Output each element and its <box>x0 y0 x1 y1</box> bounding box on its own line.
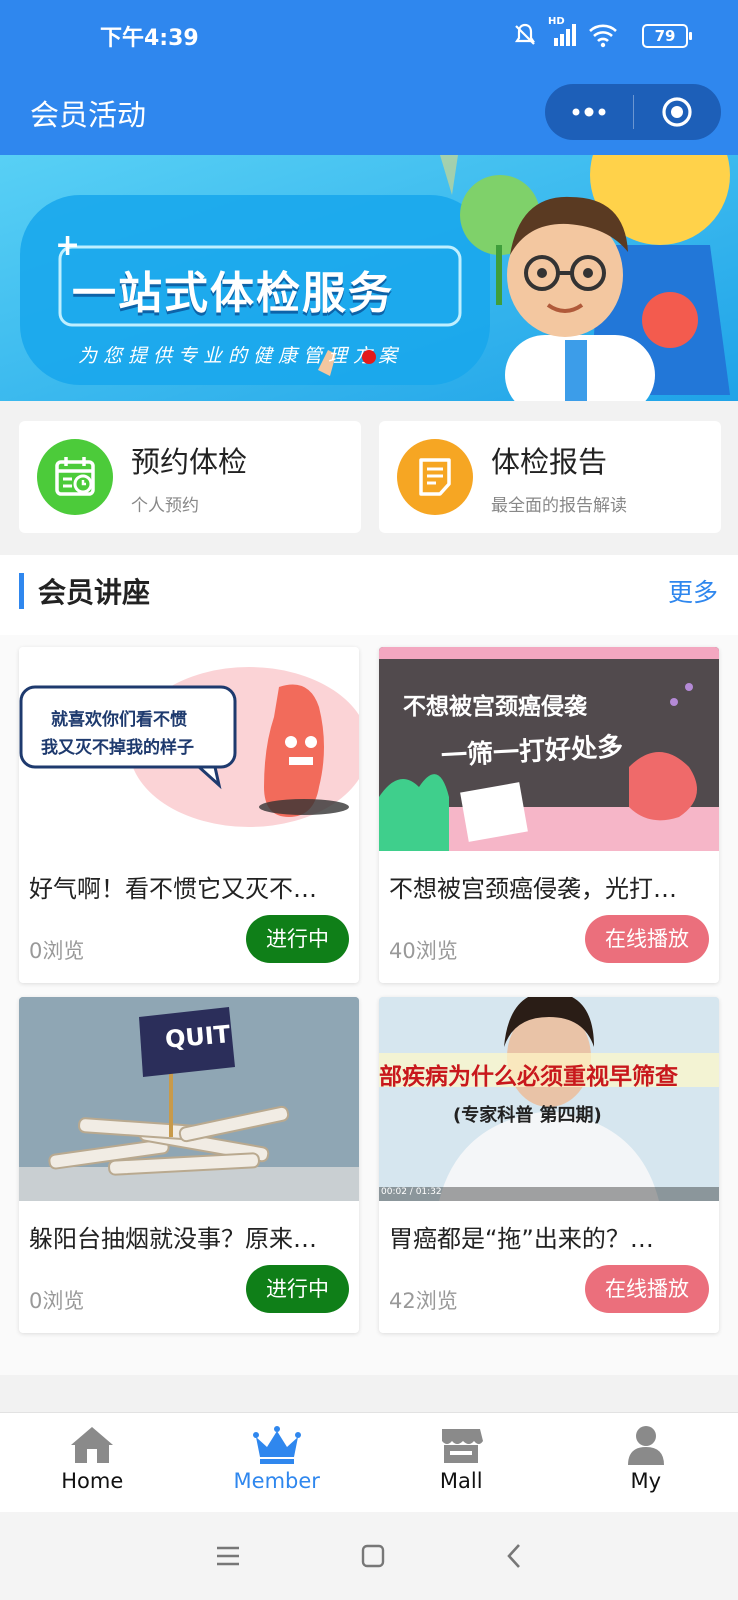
status-button[interactable]: 进行中 <box>246 915 349 963</box>
play-online-button[interactable]: 在线播放 <box>585 1265 709 1313</box>
bottom-tab-bar: Home Member Mall My <box>0 1412 738 1512</box>
lecture-thumbnail: QUIT <box>19 997 359 1201</box>
video-timestamp: 00:02 / 01:32 <box>381 1187 442 1197</box>
tab-label: Home <box>61 1469 124 1493</box>
tab-mall[interactable]: Mall <box>369 1413 554 1513</box>
lecture-thumbnail: 不想被宫颈癌侵袭 一筛一打好处多 <box>379 647 719 851</box>
close-miniprogram-button[interactable] <box>634 84 722 140</box>
lecture-card[interactable]: 就喜欢你们看不惯 我又灭不掉我的样子 好气啊！看不惯它又灭不… 0浏览 进行中 <box>19 647 359 983</box>
section-accent-bar <box>19 573 24 609</box>
banner-title: 一站式体检服务 <box>72 268 394 319</box>
view-count: 42浏览 <box>389 1289 458 1313</box>
tab-home[interactable]: Home <box>0 1413 185 1513</box>
tab-label: Mall <box>439 1469 483 1493</box>
service-title: 体检报告 <box>491 444 608 479</box>
more-link[interactable]: 更多 <box>668 573 718 609</box>
home-icon <box>71 1427 114 1463</box>
signal-icon: HD <box>548 16 578 48</box>
user-icon <box>627 1426 664 1465</box>
play-online-button[interactable]: 在线播放 <box>585 915 709 963</box>
lecture-title: 躲阳台抽烟就没事？原来… <box>29 1225 317 1253</box>
thumbnail-caption: (专家科普 第四期) <box>453 1105 602 1126</box>
service-title: 预约体检 <box>131 444 248 479</box>
checkup-report-card[interactable]: 体检报告 最全面的报告解读 <box>379 421 721 533</box>
tab-member[interactable]: Member <box>185 1413 370 1513</box>
more-button[interactable] <box>545 84 633 140</box>
thumbnail-caption: 就喜欢你们看不惯 <box>51 710 187 730</box>
book-checkup-card[interactable]: 预约体检 个人预约 <box>19 421 361 533</box>
tab-my[interactable]: My <box>554 1413 738 1513</box>
thumbnail-caption: 不想被宫颈癌侵袭 <box>403 694 587 720</box>
service-row: 预约体检 个人预约 体检报告 最全面的报告解读 <box>0 401 738 551</box>
top-bar: 下午4:39 HD 79 会员活动 <box>0 0 738 155</box>
status-button[interactable]: 进行中 <box>246 1265 349 1313</box>
store-icon <box>442 1429 484 1463</box>
document-icon <box>397 439 473 515</box>
service-subtitle: 最全面的报告解读 <box>491 495 627 516</box>
lecture-thumbnail: 部疾病为什么必须重视早筛查 (专家科普 第四期) 00:02 / 01:32 <box>379 997 719 1201</box>
lecture-title: 不想被宫颈癌侵袭，光打… <box>389 875 677 903</box>
promo-banner[interactable]: + 一站式体检服务 为您提供专业的健康管理方案 <box>0 155 738 401</box>
view-count: 40浏览 <box>389 939 458 963</box>
status-icons: HD <box>512 16 618 48</box>
lecture-thumbnail: 就喜欢你们看不惯 我又灭不掉我的样子 <box>19 647 359 851</box>
mute-icon <box>514 23 536 45</box>
lecture-card[interactable]: QUIT 躲阳台抽烟就没事？原来… 0浏览 进行中 <box>19 997 359 1333</box>
miniprogram-capsule <box>545 84 721 140</box>
section-title: 会员讲座 <box>38 576 151 609</box>
lecture-title: 好气啊！看不惯它又灭不… <box>29 875 317 903</box>
calendar-icon <box>37 439 113 515</box>
lecture-card[interactable]: 不想被宫颈癌侵袭 一筛一打好处多 不想被宫颈癌侵袭，光打… 40浏览 在线播放 <box>379 647 719 983</box>
lecture-section-header: 会员讲座 更多 <box>0 555 738 635</box>
more-dots-icon <box>572 107 606 117</box>
thumbnail-caption: 部疾病为什么必须重视早筛查 <box>379 1064 678 1090</box>
crown-icon <box>252 1426 301 1464</box>
back-icon[interactable] <box>505 1543 523 1569</box>
carousel-indicator[interactable] <box>362 350 376 364</box>
lecture-card[interactable]: 部疾病为什么必须重视早筛查 (专家科普 第四期) 00:02 / 01:32 胃… <box>379 997 719 1333</box>
thumbnail-caption: QUIT <box>163 1020 232 1054</box>
view-count: 0浏览 <box>29 1289 85 1313</box>
wifi-icon <box>589 24 617 48</box>
view-count: 0浏览 <box>29 939 85 963</box>
home-square-icon[interactable] <box>361 1544 385 1568</box>
menu-icon[interactable] <box>215 1545 241 1567</box>
target-icon <box>662 97 692 127</box>
lecture-grid: 就喜欢你们看不惯 我又灭不掉我的样子 好气啊！看不惯它又灭不… 0浏览 进行中 … <box>0 635 738 1375</box>
page-title: 会员活动 <box>30 98 147 132</box>
battery-icon: 79 <box>642 24 692 48</box>
tab-label: Member <box>233 1469 320 1493</box>
system-nav-bar <box>0 1512 738 1600</box>
lecture-title: 胃癌都是“拖”出来的？… <box>389 1225 654 1253</box>
status-time: 下午4:39 <box>100 26 199 51</box>
banner-subtitle: 为您提供专业的健康管理方案 <box>78 345 404 367</box>
service-subtitle: 个人预约 <box>131 495 199 516</box>
tab-label: My <box>630 1469 662 1493</box>
thumbnail-caption: 我又灭不掉我的样子 <box>41 738 194 758</box>
